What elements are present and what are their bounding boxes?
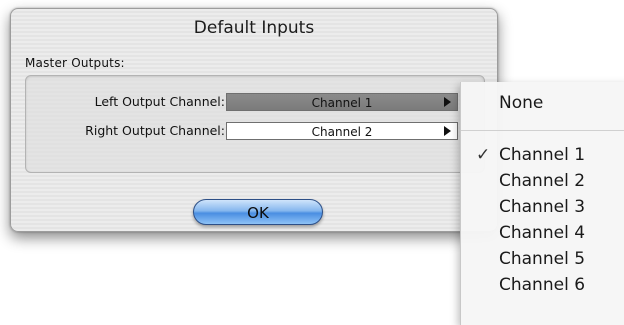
left-output-channel-value: Channel 1 [311,96,373,110]
menu-item-label: None [499,93,544,113]
menu-item-label: Channel 6 [499,275,586,295]
popup-arrow-icon [444,97,451,107]
menu-item-channel-2[interactable]: Channel 2 [461,168,624,194]
menu-item-none[interactable]: None [461,90,624,116]
menu-item-label: Channel 1 [499,145,586,165]
channel-popup-menu: None ✓ Channel 1 Channel 2 Channel 3 Cha… [460,82,624,325]
right-output-channel-label: Right Output Channel: [85,123,225,138]
ok-button[interactable]: OK [193,199,323,225]
default-inputs-dialog: Default Inputs Master Outputs: Left Outp… [10,8,498,232]
screen: Default Inputs Master Outputs: Left Outp… [0,0,624,325]
menu-separator [461,130,624,131]
master-outputs-label: Master Outputs: [25,56,125,70]
menu-item-channel-4[interactable]: Channel 4 [461,220,624,246]
menu-item-channel-3[interactable]: Channel 3 [461,194,624,220]
checkmark-icon: ✓ [476,145,491,165]
left-output-channel-popup[interactable]: Channel 1 [226,93,458,111]
popup-arrow-icon [444,126,451,136]
menu-item-channel-6[interactable]: Channel 6 [461,272,624,298]
menu-item-label: Channel 4 [499,223,586,243]
menu-item-label: Channel 2 [499,171,586,191]
menu-item-label: Channel 5 [499,249,586,269]
right-output-channel-value: Channel 2 [311,125,373,139]
menu-item-label: Channel 3 [499,197,586,217]
dialog-title: Default Inputs [193,18,315,38]
right-output-channel-popup[interactable]: Channel 2 [226,122,458,140]
left-output-channel-label: Left Output Channel: [94,94,225,109]
menu-item-channel-5[interactable]: Channel 5 [461,246,624,272]
menu-item-channel-1[interactable]: ✓ Channel 1 [461,142,624,168]
